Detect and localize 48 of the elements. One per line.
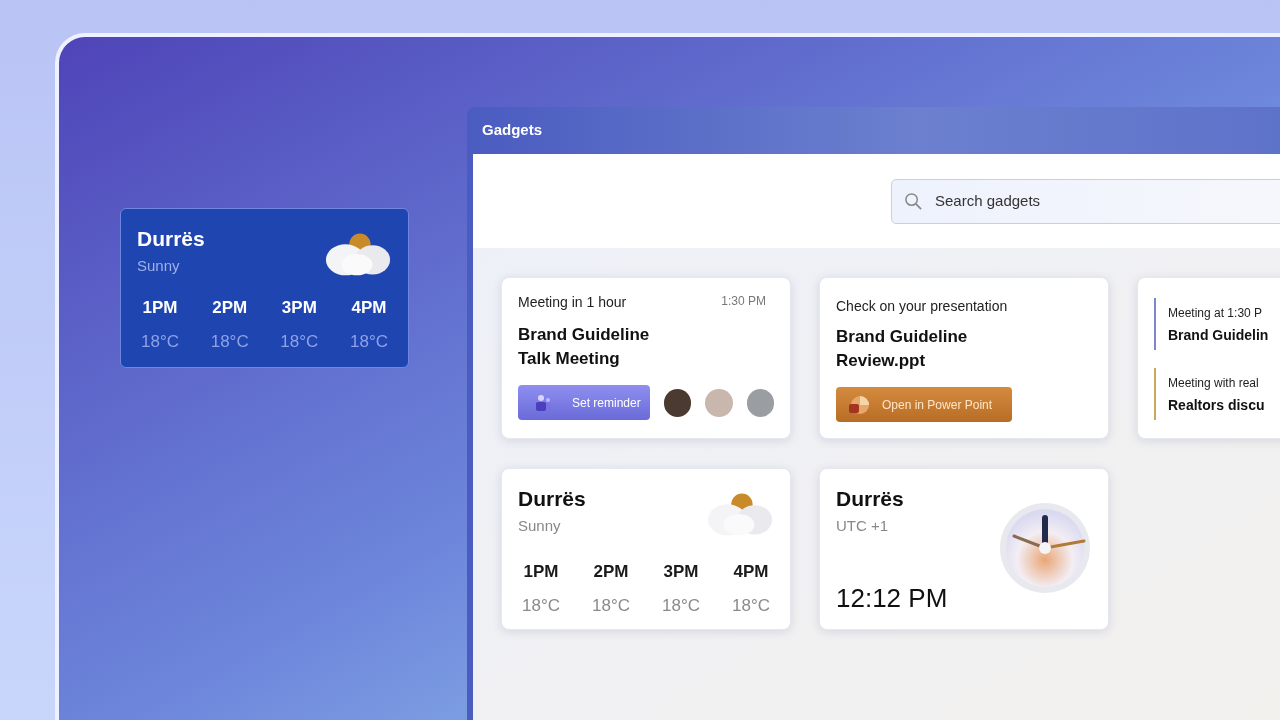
open-powerpoint-button[interactable]: Open in Power Point [836, 387, 1012, 422]
city-name: Durrës [836, 486, 905, 512]
weather-condition: Sunny [137, 255, 181, 276]
set-reminder-button[interactable]: Set reminder [518, 385, 650, 420]
search-icon [904, 191, 923, 211]
presentation-icon [848, 393, 870, 416]
forecast-hour: 2PM [593, 561, 629, 583]
meeting-subtitle: Meeting in 1 hour [518, 293, 627, 312]
event-title: Brand Guidelin [1168, 326, 1269, 345]
forecast-temperature: 18°C [592, 594, 630, 617]
document-title: Review.ppt [836, 350, 927, 372]
event-subtitle: Meeting with real [1168, 375, 1260, 392]
document-title: Brand Guideline [836, 326, 969, 348]
event-title: Realtors discu [1168, 396, 1265, 415]
avatar-photo-placeholder [705, 388, 733, 417]
time-zone: UTC +1 [836, 515, 890, 536]
event-subtitle: Meeting at 1:30 P [1168, 305, 1264, 322]
avatar-photo-placeholder [746, 388, 774, 417]
forecast-temperature: 18°C [141, 330, 179, 353]
city-name: Durrës [518, 486, 586, 512]
forecast-hour: 2PM [212, 297, 248, 319]
meeting-title: Talk Meeting [518, 348, 621, 370]
clock-time: 12:12 PM [836, 582, 948, 615]
search-field[interactable]: Search gadgets [891, 178, 1280, 224]
people-icon [534, 393, 552, 412]
city-name: Durrës [137, 226, 205, 252]
meeting-time: 1:30 PM [721, 293, 767, 310]
forecast-temperature: 18°C [210, 330, 249, 353]
forecast-temperature: 18°C [732, 594, 770, 617]
forecast-hour: 3PM [663, 561, 699, 583]
forecast-temperature: 18°C [280, 330, 319, 353]
forecast-hour: 1PM [142, 297, 178, 319]
forecast-temperature: 18°C [522, 594, 560, 617]
weather-condition: Sunny [518, 515, 562, 536]
forecast-temperature: 18°C [350, 330, 388, 353]
meeting-title: Brand Guideline [518, 324, 651, 346]
forecast-temperature: 18°C [662, 594, 700, 617]
forecast-hour: 3PM [281, 297, 317, 319]
document-subtitle: Check on your presentation [836, 297, 1009, 316]
avatar-photo-placeholder [663, 388, 692, 417]
forecast-hour: 4PM [351, 297, 387, 319]
window-title: Gadgets [482, 120, 542, 141]
cloud-sun-icon [324, 231, 392, 277]
forecast-hour: 4PM [733, 561, 769, 583]
search-input[interactable]: Search gadgets [935, 189, 1280, 213]
forecast-hour: 1PM [523, 561, 559, 583]
clock-icon [998, 501, 1092, 595]
cloud-sun-icon [706, 491, 774, 537]
